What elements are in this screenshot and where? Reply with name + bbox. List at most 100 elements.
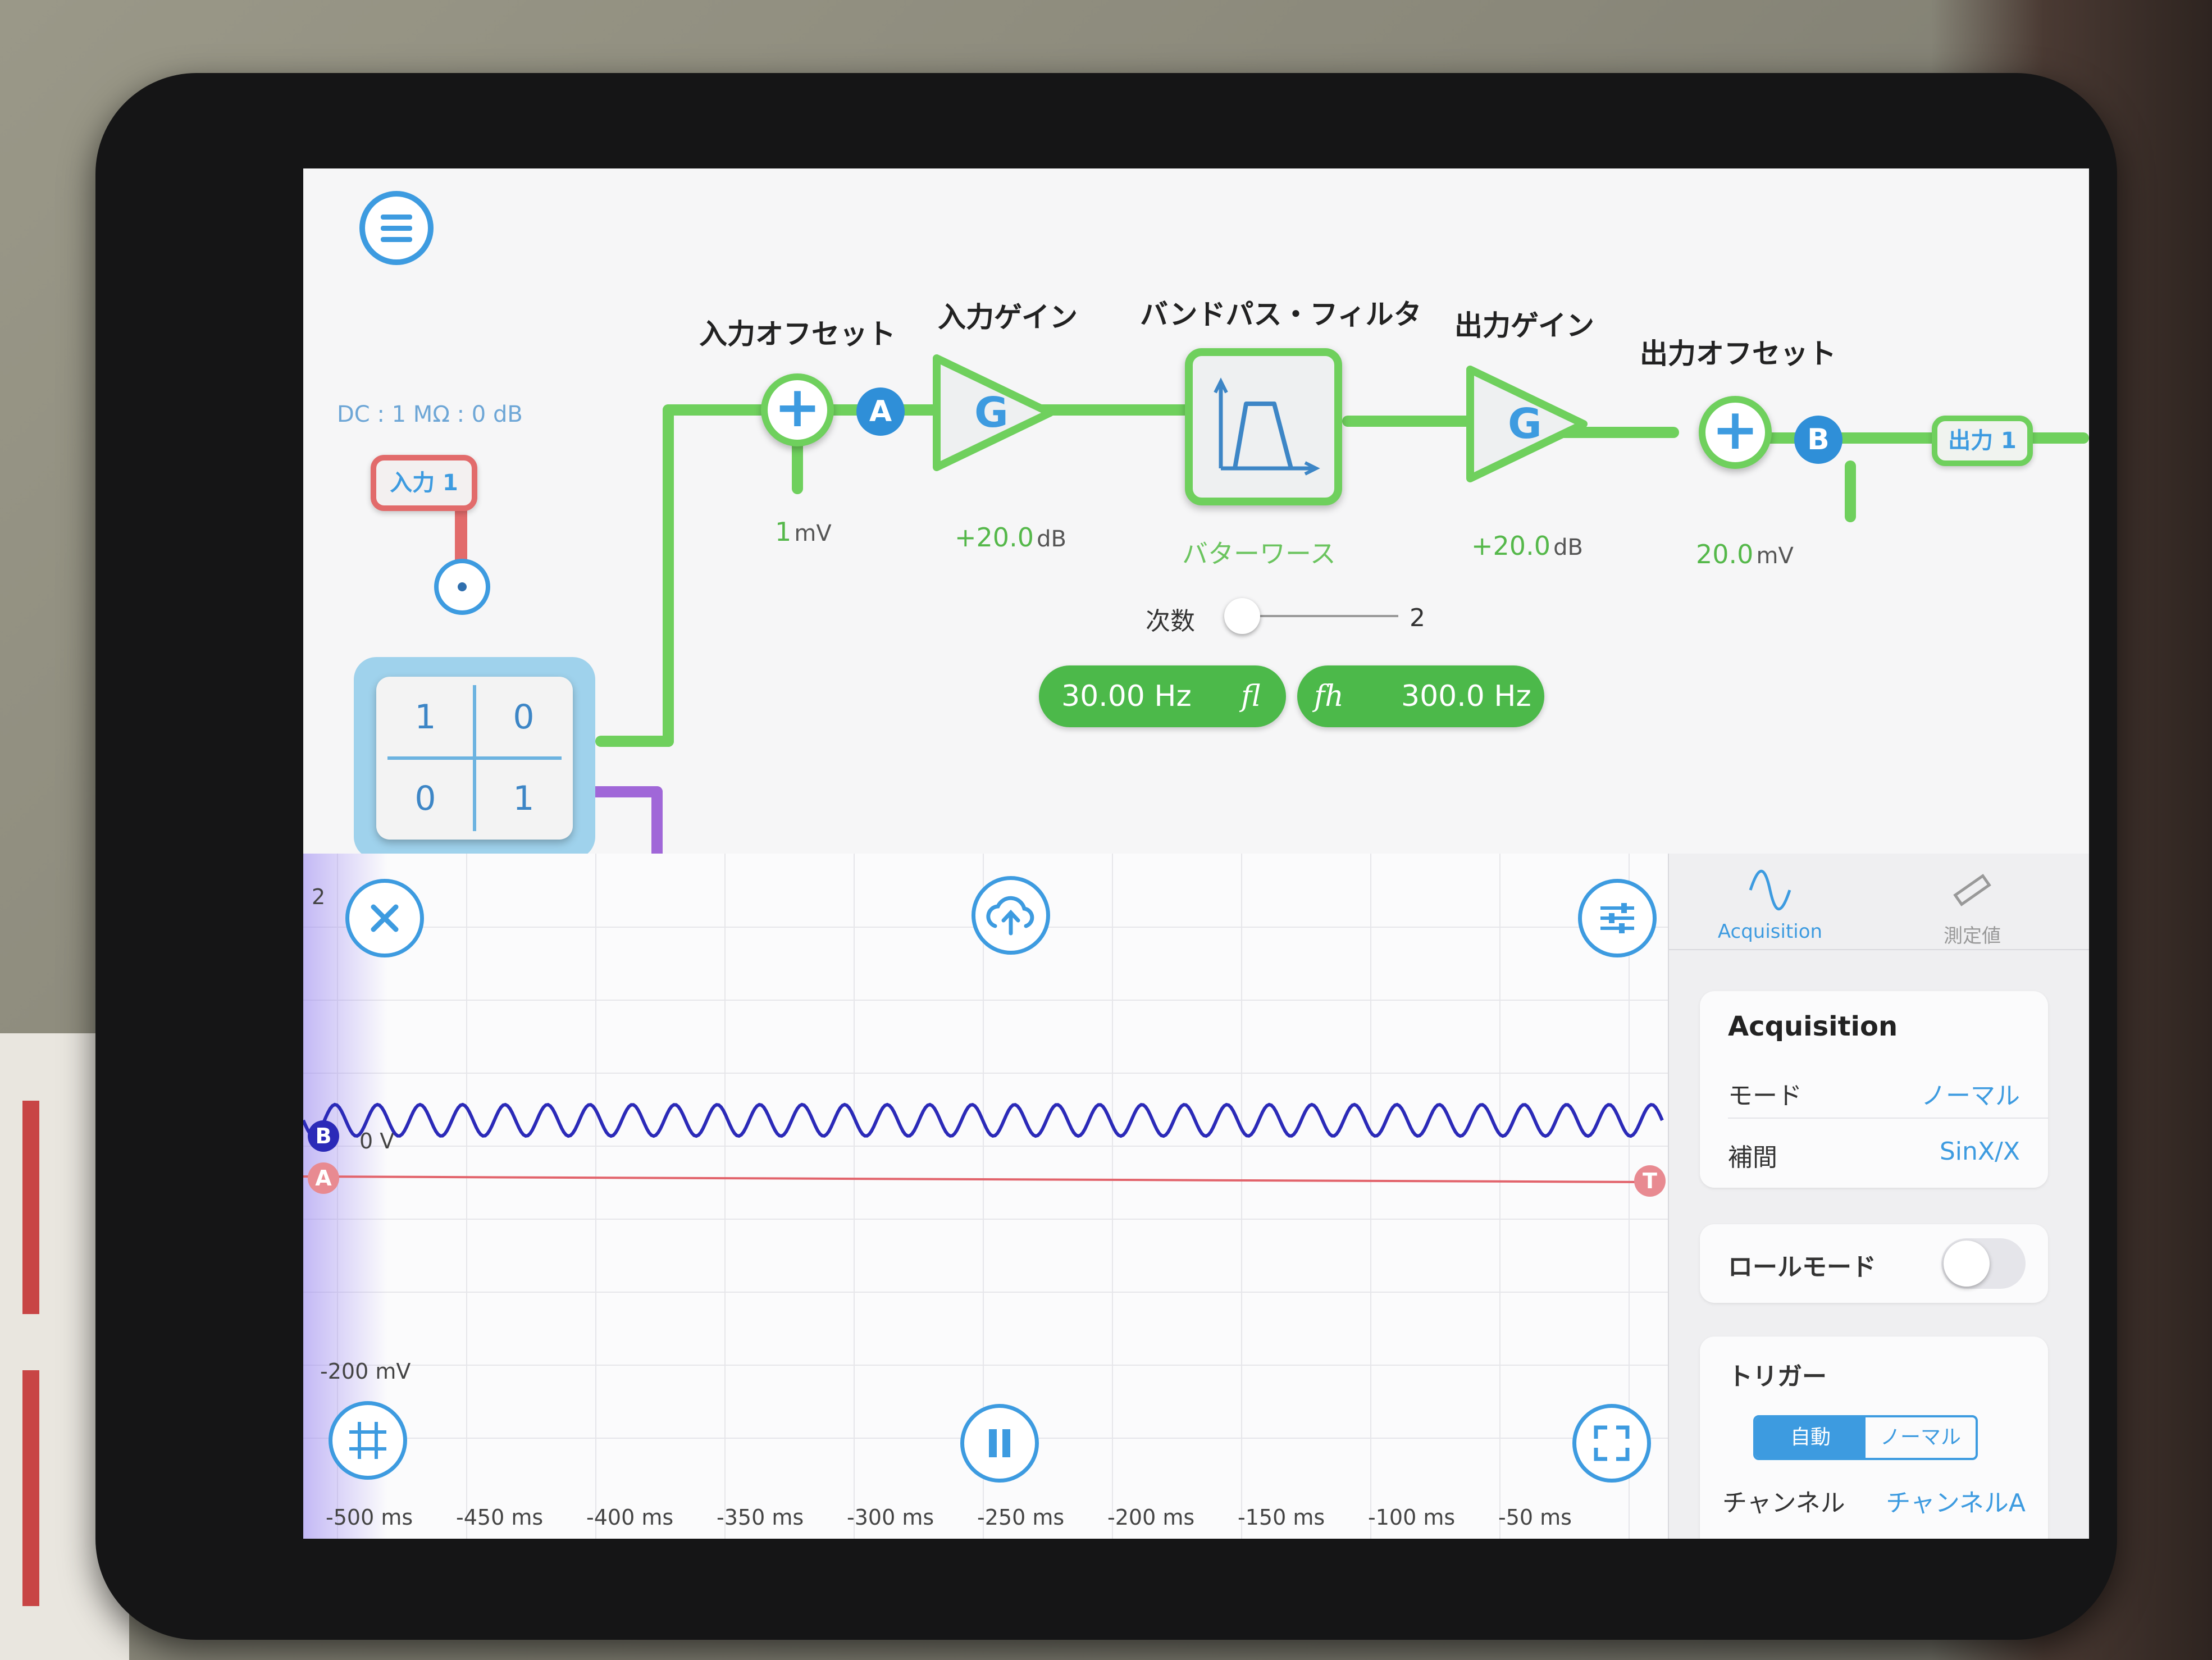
bandpass-response-icon — [1214, 377, 1320, 476]
mode-row[interactable]: モード ノーマル — [1728, 1075, 2020, 1111]
x-tick-label: -300 ms — [847, 1505, 934, 1530]
settings-button[interactable] — [1578, 879, 1657, 957]
matrix-cell-22: 1 — [513, 779, 535, 818]
x-tick-label: -200 ms — [1107, 1505, 1195, 1530]
upload-button[interactable] — [972, 876, 1050, 955]
x-tick-label: -350 ms — [717, 1505, 804, 1530]
channel-value: チャンネルA — [1886, 1489, 2026, 1517]
cloud-upload-icon — [986, 896, 1034, 936]
bandpass-title: バンドパス・フィルタ — [1140, 298, 1422, 331]
f-high-chip[interactable]: fh 300.0 Hz — [1297, 665, 1544, 727]
x-tick-label: -150 ms — [1238, 1505, 1325, 1530]
routing-matrix[interactable]: 1 0 0 1 — [354, 657, 595, 859]
trigger-card: トリガー 自動 ノーマル チャンネル チャンネルA — [1700, 1337, 2048, 1539]
pipeline-panel: DC : 1 MΩ : 0 dB 入力 1 1 0 0 1 入力オフセット + … — [303, 168, 2089, 859]
input-offset-value-group[interactable]: 1 mV — [775, 517, 832, 547]
ruler-icon — [1953, 874, 1991, 906]
roll-mode-toggle[interactable] — [1941, 1238, 2026, 1289]
input-gain-value: +20.0 — [955, 522, 1034, 553]
close-button[interactable] — [345, 879, 424, 957]
output-offset-unit: mV — [1756, 543, 1794, 569]
side-panel: Acquisition 測定値 Acquisition モード ノーマル 補間 … — [1668, 854, 2089, 1539]
order-slider-track[interactable] — [1258, 615, 1398, 617]
bandpass-filter-block[interactable] — [1185, 348, 1342, 505]
interp-row[interactable]: 補間 SinX/X — [1728, 1137, 2020, 1173]
input-probe-icon[interactable] — [434, 559, 490, 615]
close-icon — [371, 904, 399, 932]
app-screen: DC : 1 MΩ : 0 dB 入力 1 1 0 0 1 入力オフセット + … — [303, 168, 2089, 1539]
input-gain-unit: dB — [1037, 526, 1066, 552]
output-1-chip[interactable]: 出力 1 — [1932, 416, 2033, 466]
grid-icon — [349, 1422, 386, 1459]
interp-label: 補間 — [1728, 1143, 1777, 1172]
pause-button[interactable] — [960, 1404, 1039, 1483]
output-gain-value-group[interactable]: +20.0 dB — [1471, 531, 1583, 561]
x-tick-label: -450 ms — [456, 1505, 544, 1530]
trigger-auto-option[interactable]: 自動 — [1755, 1417, 1866, 1458]
filter-type-label[interactable]: バターワース — [1182, 533, 1336, 571]
trigger-normal-option[interactable]: ノーマル — [1866, 1417, 1976, 1458]
mode-label: モード — [1728, 1082, 1802, 1110]
trigger-mode-segment[interactable]: 自動 ノーマル — [1753, 1415, 1978, 1460]
output-gain-value: +20.0 — [1471, 531, 1550, 561]
output-offset-value: 20.0 — [1696, 539, 1754, 569]
order-label: 次数 — [1146, 607, 1195, 636]
x-tick-label: -50 ms — [1498, 1505, 1572, 1530]
menu-button[interactable] — [359, 191, 434, 265]
interp-value: SinX/X — [1939, 1137, 2020, 1166]
acquisition-card: Acquisition モード ノーマル 補間 SinX/X — [1700, 991, 2048, 1188]
matrix-cell-11: 1 — [414, 697, 436, 737]
pause-icon — [989, 1429, 1010, 1457]
matrix-cell-21: 0 — [414, 779, 436, 818]
tab-acquisition-label: Acquisition — [1717, 920, 1823, 943]
mode-value: ノーマル — [1921, 1082, 2020, 1110]
trigger-marker[interactable]: T — [1634, 1165, 1666, 1197]
matrix-cell-12: 0 — [513, 697, 535, 737]
channel-b-marker[interactable]: B — [308, 1120, 339, 1152]
expand-icon — [1594, 1425, 1630, 1461]
input-coupling-label: DC : 1 MΩ : 0 dB — [337, 402, 523, 427]
channel-label: チャンネル — [1722, 1489, 1845, 1517]
input-gain-title: 入力ゲイン — [938, 301, 1078, 334]
x-tick-label: -400 ms — [586, 1505, 674, 1530]
f-high-value: 300.0 Hz — [1401, 679, 1531, 713]
trace-channel-b — [303, 1102, 1664, 1138]
output-offset-title: 出力オフセット — [1640, 338, 1836, 370]
f-high-symbol: fh — [1314, 679, 1344, 713]
order-value: 2 — [1410, 604, 1425, 632]
output-gain-symbol: G — [1508, 400, 1542, 448]
tab-acquisition[interactable]: Acquisition — [1691, 865, 1849, 943]
output-gain-title: 出力ゲイン — [1454, 309, 1594, 342]
trigger-title: トリガー — [1728, 1362, 1827, 1391]
input-1-chip[interactable]: 入力 1 — [371, 455, 477, 511]
x-tick-label: -100 ms — [1368, 1505, 1456, 1530]
x-tick-label: -250 ms — [977, 1505, 1065, 1530]
sliders-icon — [1600, 903, 1634, 933]
oscilloscope-view[interactable]: 2 0 V -200 mV B A T -500 ms -450 ms -400… — [303, 854, 1668, 1539]
input-gain-symbol: G — [974, 389, 1009, 437]
output-offset-adder[interactable]: + — [1699, 396, 1772, 469]
f-low-value: 30.00 Hz — [1061, 679, 1192, 713]
channel-a-marker[interactable]: A — [308, 1162, 339, 1194]
fullscreen-button[interactable] — [1572, 1404, 1651, 1483]
output-offset-value-group[interactable]: 20.0 mV — [1696, 539, 1794, 569]
grid-toggle-button[interactable] — [329, 1401, 407, 1480]
x-tick-label: -500 ms — [326, 1505, 413, 1530]
output-gain-unit: dB — [1553, 535, 1583, 560]
trace-channel-a — [303, 1175, 1663, 1183]
tab-measurements[interactable]: 測定値 — [1894, 865, 2051, 948]
input-gain-block[interactable]: G — [927, 348, 1061, 477]
f-low-chip[interactable]: 30.00 Hz fl — [1039, 665, 1286, 727]
acquisition-title: Acquisition — [1728, 1011, 1898, 1042]
input-offset-adder[interactable]: + — [761, 373, 834, 446]
channel-row[interactable]: チャンネル チャンネルA — [1722, 1483, 2026, 1518]
probe-a-node[interactable]: A — [856, 387, 905, 436]
probe-b-node[interactable]: B — [1794, 416, 1842, 464]
output-gain-block[interactable]: G — [1460, 359, 1595, 489]
menu-icon — [381, 215, 412, 220]
f-low-symbol: fl — [1241, 679, 1261, 713]
order-slider-knob[interactable] — [1224, 598, 1260, 634]
input-gain-value-group[interactable]: +20.0 dB — [955, 522, 1066, 553]
input-offset-title: 入力オフセット — [699, 318, 896, 350]
sine-wave-icon — [1749, 870, 1791, 910]
